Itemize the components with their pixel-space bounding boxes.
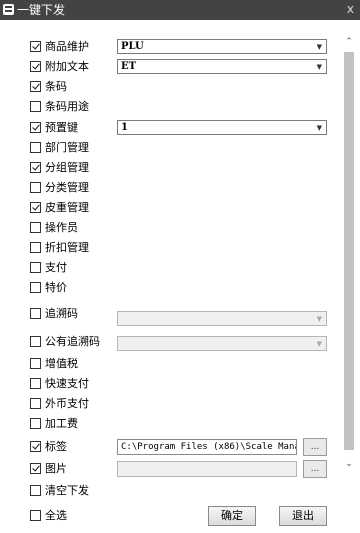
- checkbox[interactable]: [30, 377, 41, 389]
- checkbox-label: 追溯码: [45, 307, 78, 320]
- preset-combo[interactable]: 1 ▼: [117, 120, 327, 135]
- checkbox[interactable]: [30, 201, 41, 213]
- dropdown-arrow-icon: ▼: [316, 42, 322, 51]
- checkbox-label: 折扣管理: [45, 241, 89, 254]
- checkbox[interactable]: [30, 161, 41, 173]
- checkbox[interactable]: [30, 241, 41, 253]
- row-barcode-usage[interactable]: 条码用途: [30, 98, 89, 114]
- checkbox[interactable]: [30, 417, 41, 429]
- scroll-down-icon[interactable]: ⌄: [342, 458, 356, 470]
- row-processing-fee[interactable]: 加工费: [30, 415, 78, 431]
- label-path-input[interactable]: C:\Program Files (x86)\Scale Manager: [117, 439, 297, 455]
- checkbox-label: 部门管理: [45, 141, 89, 154]
- picture-browse-button[interactable]: ...: [303, 460, 327, 478]
- checkbox-label: 皮重管理: [45, 201, 89, 214]
- checkbox[interactable]: [30, 60, 41, 72]
- row-category[interactable]: 分类管理: [30, 179, 89, 195]
- row-product-maintenance[interactable]: 商品维护: [30, 38, 89, 54]
- combo-value: ET: [121, 61, 137, 72]
- checkbox-label: 条码: [45, 80, 67, 93]
- row-special-price[interactable]: 特价: [30, 279, 67, 295]
- checkbox[interactable]: [30, 141, 41, 153]
- row-vat[interactable]: 增值税: [30, 355, 78, 371]
- row-department[interactable]: 部门管理: [30, 139, 89, 155]
- row-group[interactable]: 分组管理: [30, 159, 89, 175]
- checkbox-label: 预置键: [45, 121, 78, 134]
- checkbox[interactable]: [30, 100, 41, 112]
- checkbox-label: 商品维护: [45, 40, 89, 53]
- checkbox-label: 分类管理: [45, 181, 89, 194]
- checkbox[interactable]: [30, 440, 41, 452]
- checkbox-label: 增值税: [45, 357, 78, 370]
- public-trace-code-combo[interactable]: ▼: [117, 336, 327, 351]
- checkbox[interactable]: [30, 261, 41, 273]
- dropdown-arrow-icon: ▼: [316, 339, 322, 348]
- scroll-up-icon[interactable]: ⌃: [342, 36, 356, 48]
- row-foreign-pay[interactable]: 外币支付: [30, 395, 89, 411]
- exit-button[interactable]: 退出: [279, 506, 327, 526]
- scroll-thumb[interactable]: [344, 52, 354, 450]
- checkbox-label: 条码用途: [45, 100, 89, 113]
- combo-value: PLU: [121, 41, 144, 52]
- dropdown-arrow-icon: ▼: [316, 314, 322, 323]
- row-discount[interactable]: 折扣管理: [30, 239, 89, 255]
- product-combo[interactable]: PLU ▼: [117, 39, 327, 54]
- checkbox[interactable]: [30, 462, 41, 474]
- window-title: 一键下发: [17, 3, 66, 17]
- checkbox[interactable]: [30, 397, 41, 409]
- row-preset-keys[interactable]: 预置键: [30, 119, 78, 135]
- checkbox-label: 特价: [45, 281, 67, 294]
- row-public-trace-code[interactable]: 公有追溯码: [30, 333, 100, 349]
- row-clear-send[interactable]: 清空下发: [30, 482, 89, 498]
- app-icon: [3, 4, 14, 15]
- checkbox[interactable]: [30, 335, 41, 347]
- trace-code-combo[interactable]: ▼: [117, 311, 327, 326]
- checkbox-label: 快速支付: [45, 377, 89, 390]
- checkbox-label: 清空下发: [45, 484, 89, 497]
- dropdown-arrow-icon: ▼: [316, 62, 322, 71]
- checkbox[interactable]: [30, 40, 41, 52]
- picture-path-input[interactable]: [117, 461, 297, 477]
- checkbox[interactable]: [30, 484, 41, 496]
- checkbox-label: 公有追溯码: [45, 335, 100, 348]
- checkbox-label: 附加文本: [45, 60, 89, 73]
- checkbox-label: 支付: [45, 261, 67, 274]
- close-button[interactable]: x: [347, 1, 354, 17]
- row-quick-pay[interactable]: 快速支付: [30, 375, 89, 391]
- checkbox[interactable]: [30, 121, 41, 133]
- dialog-window: 一键下发 x 商品维护 PLU ▼ 附加文本 ET ▼ 条码 条码用途 预置键 …: [0, 0, 360, 533]
- row-barcode[interactable]: 条码: [30, 78, 67, 94]
- label-browse-button[interactable]: ...: [303, 438, 327, 456]
- dropdown-arrow-icon: ▼: [316, 123, 322, 132]
- text-combo[interactable]: ET ▼: [117, 59, 327, 74]
- checkbox[interactable]: [30, 281, 41, 293]
- checkbox[interactable]: [30, 509, 41, 521]
- checkbox[interactable]: [30, 357, 41, 369]
- checkbox-label: 标签: [45, 440, 67, 453]
- checkbox[interactable]: [30, 221, 41, 233]
- checkbox[interactable]: [30, 181, 41, 193]
- row-select-all[interactable]: 全选: [30, 507, 67, 523]
- checkbox-label: 操作员: [45, 221, 78, 234]
- row-tare[interactable]: 皮重管理: [30, 199, 89, 215]
- checkbox[interactable]: [30, 307, 41, 319]
- row-operator[interactable]: 操作员: [30, 219, 78, 235]
- title-bar[interactable]: 一键下发 x: [0, 0, 360, 20]
- row-trace-code[interactable]: 追溯码: [30, 305, 78, 321]
- checkbox[interactable]: [30, 80, 41, 92]
- checkbox-label: 加工费: [45, 417, 78, 430]
- checkbox-label: 分组管理: [45, 161, 89, 174]
- checkbox-label: 全选: [45, 509, 67, 522]
- dialog-body: 商品维护 PLU ▼ 附加文本 ET ▼ 条码 条码用途 预置键 1 ▼ 部门管…: [0, 20, 360, 533]
- checkbox-label: 外币支付: [45, 397, 89, 410]
- ok-button[interactable]: 确定: [208, 506, 256, 526]
- checkbox-label: 图片: [45, 462, 67, 475]
- row-picture[interactable]: 图片: [30, 460, 67, 476]
- row-label[interactable]: 标签: [30, 438, 67, 454]
- combo-value: 1: [121, 122, 128, 133]
- row-payment[interactable]: 支付: [30, 259, 67, 275]
- vertical-scrollbar[interactable]: ⌃ ⌄: [342, 36, 356, 470]
- row-additional-text[interactable]: 附加文本: [30, 58, 89, 74]
